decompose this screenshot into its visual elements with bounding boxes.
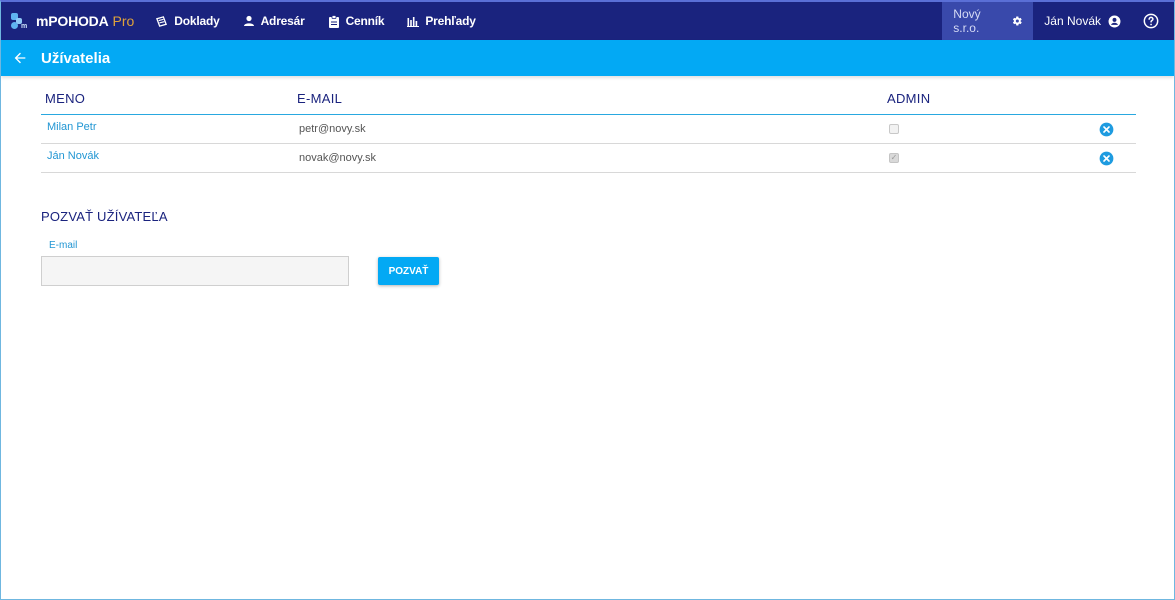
user-email: petr@novy.sk [299, 123, 366, 135]
main-nav: Doklady Adresár Cenník Prehľady [155, 2, 498, 40]
column-header-admin[interactable]: ADMIN [883, 86, 1093, 106]
mpohoda-logo-icon: m [10, 12, 28, 30]
gear-icon [1012, 16, 1022, 26]
users-table: MENO E-MAIL ADMIN Milan Petr petr@novy.s… [41, 86, 1136, 173]
nav-item-prehlady[interactable]: Prehľady [407, 14, 476, 28]
admin-checkbox[interactable] [889, 124, 899, 134]
user-name-link[interactable]: Ján Novák [41, 150, 293, 162]
nav-item-doklady[interactable]: Doklady [155, 14, 220, 28]
invite-email-input[interactable] [41, 256, 349, 286]
actions-cell [1093, 151, 1136, 166]
actions-cell [1093, 122, 1136, 137]
invite-button[interactable]: POZVAŤ [378, 257, 439, 285]
table-row: Milan Petr petr@novy.sk [41, 115, 1136, 144]
email-field-label: E-mail [49, 240, 78, 251]
user-email: novak@novy.sk [299, 152, 376, 164]
nav-item-label: Cenník [345, 14, 385, 28]
top-navbar: m mPOHODA Pro Doklady Adresár Cenník Pre… [1, 2, 1174, 40]
account-circle-icon [1108, 15, 1121, 27]
user-name: Ján Novák [1044, 14, 1101, 28]
clipboard-icon [328, 14, 339, 28]
arrow-left-icon [14, 52, 26, 64]
nav-item-cennik[interactable]: Cenník [328, 14, 385, 28]
brand-name: mPOHODA [36, 13, 109, 29]
checkmark-icon: ✓ [890, 153, 898, 162]
user-name-link[interactable]: Milan Petr [41, 121, 293, 133]
nav-item-label: Adresár [260, 14, 305, 28]
help-icon [1143, 13, 1159, 29]
admin-cell: ✓ [883, 153, 1093, 163]
page-title: Užívatelia [41, 49, 111, 67]
bar-chart-icon [407, 16, 420, 27]
nav-item-label: Prehľady [425, 14, 476, 28]
company-selector[interactable]: Nový s.r.o. [942, 2, 1034, 40]
nav-item-adresar[interactable]: Adresár [243, 14, 305, 28]
top-right-area: Nový s.r.o. Ján Novák [942, 2, 1174, 40]
brand-logo-link[interactable]: m mPOHODA Pro [10, 2, 134, 40]
app-window: m mPOHODA Pro Doklady Adresár Cenník Pre… [0, 0, 1175, 600]
remove-user-icon[interactable] [1099, 151, 1114, 166]
company-name: Nový s.r.o. [953, 7, 981, 35]
invite-section-title: POZVAŤ UŽÍVATEĽA [41, 209, 168, 224]
documents-icon [156, 15, 168, 27]
nav-item-label: Doklady [174, 14, 220, 28]
admin-checkbox[interactable]: ✓ [889, 153, 899, 163]
column-header-email[interactable]: E-MAIL [293, 86, 883, 106]
back-button[interactable] [12, 50, 28, 66]
brand-suffix: Pro [112, 13, 135, 29]
remove-user-icon[interactable] [1099, 122, 1114, 137]
help-button[interactable] [1143, 13, 1159, 29]
table-header: MENO E-MAIL ADMIN [41, 86, 1136, 115]
person-icon [243, 15, 254, 26]
admin-cell [883, 124, 1093, 134]
table-row: Ján Novák novak@novy.sk ✓ [41, 144, 1136, 173]
column-header-name[interactable]: MENO [41, 86, 293, 106]
page-header: Užívatelia [1, 40, 1174, 76]
user-menu[interactable]: Ján Novák [1044, 14, 1121, 28]
